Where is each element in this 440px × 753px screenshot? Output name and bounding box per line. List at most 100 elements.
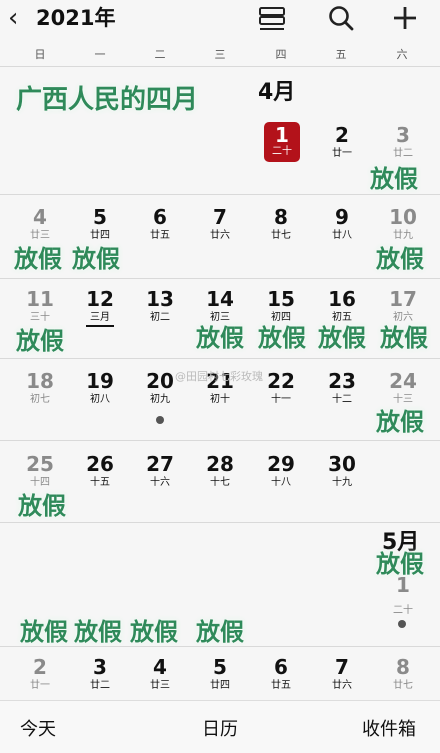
day-cell[interactable]: 10 廿九 — [377, 206, 429, 242]
lunar-date: 十八 — [271, 477, 291, 488]
day-cell[interactable]: 16 初五 — [316, 288, 368, 324]
lunar-date: 十一 — [271, 394, 291, 405]
day-number: 4 — [153, 655, 167, 679]
lunar-date: 十二 — [332, 394, 352, 405]
day-number: 12 — [86, 287, 114, 311]
day-number: 13 — [146, 287, 174, 311]
holiday-label: 放假 — [16, 327, 64, 355]
day-cell[interactable]: 7 廿六 — [194, 206, 246, 242]
holiday-label: 放假 — [14, 245, 62, 273]
chevron-left-icon[interactable]: ‹ — [8, 4, 18, 32]
day-cell[interactable]: 2 廿一 — [14, 656, 66, 692]
lunar-date: 廿一 — [30, 680, 50, 691]
day-number: 1 — [275, 123, 289, 147]
day-cell[interactable]: 4 廿三 — [14, 206, 66, 242]
day-cell[interactable]: 15 初四 — [255, 288, 307, 324]
calendars-button[interactable]: 日历 — [202, 715, 238, 741]
divider — [0, 66, 440, 67]
today-button[interactable]: 今天 — [20, 715, 56, 741]
lunar-date: 初五 — [332, 312, 352, 323]
day-cell[interactable]: 1 二十 — [377, 574, 429, 617]
lunar-date: 二十 — [393, 605, 413, 616]
overlay-title: 广西人民的四月 — [16, 85, 199, 115]
day-cell[interactable]: 5 廿四 — [74, 206, 126, 242]
day-number: 25 — [26, 452, 54, 476]
lunar-date: 十四 — [30, 477, 50, 488]
lunar-date: 初四 — [271, 312, 291, 323]
day-number: 7 — [335, 655, 349, 679]
day-cell[interactable]: 7 廿六 — [316, 656, 368, 692]
day-number: 10 — [389, 205, 417, 229]
day-cell[interactable]: 13 初二 — [134, 288, 186, 324]
lunar-date: 初三 — [210, 312, 230, 323]
year-button[interactable]: 2021年 — [36, 4, 115, 32]
day-cell[interactable]: 30 十九 — [316, 453, 368, 489]
day-number: 1 — [396, 573, 410, 597]
day-cell[interactable]: 8 廿七 — [255, 206, 307, 242]
lunar-date: 初六 — [393, 312, 413, 323]
day-cell[interactable]: 3 廿二 — [377, 124, 429, 160]
list-view-icon[interactable] — [255, 2, 289, 34]
inbox-button[interactable]: 收件箱 — [362, 715, 416, 741]
day-number: 5 — [213, 655, 227, 679]
day-cell[interactable]: 18 初七 — [14, 370, 66, 406]
lunar-date: 初二 — [150, 312, 170, 323]
day-cell[interactable]: 8 廿七 — [377, 656, 429, 692]
lunar-date: 十五 — [90, 477, 110, 488]
lunar-date: 廿三 — [30, 230, 50, 241]
lunar-date: 廿七 — [393, 680, 413, 691]
top-bar: ‹ 2021年 — [0, 0, 440, 38]
day-cell[interactable]: 23 十二 — [316, 370, 368, 406]
holiday-label: 放假 — [130, 618, 178, 646]
day-number: 5 — [93, 205, 107, 229]
day-cell[interactable]: 17 初六 — [377, 288, 429, 324]
lunar-date: 十七 — [210, 477, 230, 488]
day-cell[interactable]: 5 廿四 — [194, 656, 246, 692]
weekday-label: 二 — [154, 48, 166, 61]
holiday-label: 放假 — [376, 408, 424, 436]
day-number: 3 — [93, 655, 107, 679]
day-number: 8 — [274, 205, 288, 229]
day-cell[interactable]: 6 廿五 — [134, 206, 186, 242]
day-cell[interactable]: 6 廿五 — [255, 656, 307, 692]
lunar-date: 廿三 — [150, 680, 170, 691]
day-cell[interactable]: 28 十七 — [194, 453, 246, 489]
day-number: 28 — [206, 452, 234, 476]
day-cell[interactable]: 25 十四 — [14, 453, 66, 489]
lunar-date: 十六 — [150, 477, 170, 488]
divider — [0, 194, 440, 195]
weekday-label: 五 — [335, 48, 347, 61]
day-cell[interactable]: 9 廿八 — [316, 206, 368, 242]
weekday-header: 日 一 二 三 四 五 六 — [0, 40, 440, 66]
plus-icon[interactable] — [388, 2, 422, 34]
day-cell[interactable]: 3 廿二 — [74, 656, 126, 692]
day-number: 26 — [86, 452, 114, 476]
day-cell[interactable]: 4 廿三 — [134, 656, 186, 692]
today-cell[interactable]: 1 二十 — [264, 122, 300, 162]
holiday-label: 放假 — [318, 324, 366, 352]
lunar-date: 廿一 — [332, 148, 352, 159]
event-dot — [398, 620, 406, 628]
holiday-label: 放假 — [370, 165, 418, 193]
holiday-label: 放假 — [376, 245, 424, 273]
day-cell[interactable]: 26 十五 — [74, 453, 126, 489]
day-cell[interactable]: 29 十八 — [255, 453, 307, 489]
day-cell[interactable]: 19 初八 — [74, 370, 126, 406]
day-number: 2 — [335, 123, 349, 147]
lunar-date: 初九 — [150, 394, 170, 405]
bottom-toolbar: 今天 日历 收件箱 — [0, 700, 440, 753]
day-cell[interactable]: 11 三十 — [14, 288, 66, 324]
day-cell[interactable]: 27 十六 — [134, 453, 186, 489]
day-number: 24 — [389, 369, 417, 393]
lunar-date: 廿六 — [332, 680, 352, 691]
day-cell[interactable]: 2 廿一 — [316, 124, 368, 160]
divider — [0, 646, 440, 647]
divider — [0, 440, 440, 441]
day-number: 11 — [26, 287, 54, 311]
day-cell[interactable]: 12 三月 — [74, 288, 126, 324]
search-icon[interactable] — [324, 2, 358, 34]
divider — [0, 522, 440, 523]
day-cell[interactable]: 14 初三 — [194, 288, 246, 324]
day-number: 17 — [389, 287, 417, 311]
day-cell[interactable]: 24 十三 — [377, 370, 429, 406]
